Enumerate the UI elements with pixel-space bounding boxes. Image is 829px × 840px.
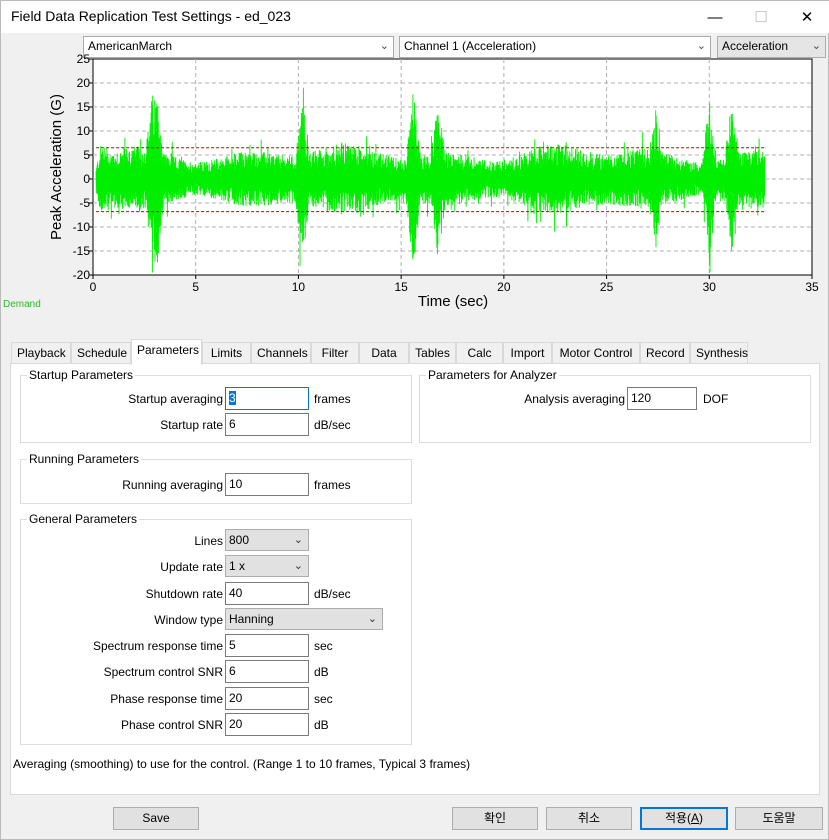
y-tick-label: 15 — [77, 100, 91, 114]
lines-select[interactable]: 800 ⌄ — [225, 529, 309, 551]
y-axis-label: Peak Acceleration (G) — [48, 94, 65, 240]
x-tick-label: 15 — [394, 280, 408, 294]
general-parameters-title: General Parameters — [27, 512, 140, 526]
startup-averaging-unit: frames — [314, 392, 351, 406]
general-parameters-group: General Parameters — [20, 512, 412, 745]
tab-schedule[interactable]: Schedule — [71, 342, 131, 364]
tab-filter[interactable]: Filter — [311, 342, 359, 364]
spectrum-response-time-label: Spectrum response time — [92, 639, 223, 653]
help-hint-text: Averaging (smoothing) to use for the con… — [13, 757, 471, 771]
spectrum-control-snr-input[interactable]: 6 — [225, 660, 309, 683]
analyzer-parameters-group: Parameters for Analyzer — [419, 368, 811, 443]
tab-channels[interactable]: Channels — [251, 342, 311, 364]
acceleration-chart: 25 20 15 10 5 0 -5 -10 -15 -20 0 5 10 15 20 25 30 35 Pea… — [48, 52, 819, 310]
phase-response-time-input[interactable]: 20 — [225, 687, 309, 710]
x-tick-label: 20 — [497, 280, 511, 294]
running-averaging-input[interactable]: 10 — [225, 473, 309, 496]
tab-tables[interactable]: Tables — [409, 342, 456, 364]
window-type-select[interactable]: Hanning ⌄ — [225, 608, 383, 630]
startup-parameters-title: Startup Parameters — [27, 368, 136, 382]
startup-averaging-label: Startup averaging — [128, 392, 223, 406]
y-tick-label: 20 — [77, 76, 91, 90]
y-tick-label: -20 — [73, 268, 91, 282]
window-type-select-value: Hanning — [229, 612, 274, 626]
analysis-averaging-label: Analysis averaging — [524, 392, 625, 406]
tab-record[interactable]: Record — [640, 342, 690, 364]
legend-demand: Demand — [3, 299, 41, 310]
shutdown-rate-unit: dB/sec — [314, 587, 351, 601]
startup-averaging-input[interactable]: 3 — [225, 387, 309, 410]
x-tick-label: 25 — [600, 280, 614, 294]
tab-calc[interactable]: Calc — [456, 342, 503, 364]
running-parameters-title: Running Parameters — [27, 452, 142, 466]
x-tick-label: 35 — [805, 280, 819, 294]
tab-data[interactable]: Data — [359, 342, 409, 364]
tab-playback[interactable]: Playback — [11, 342, 71, 364]
x-tick-label: 10 — [292, 280, 306, 294]
tab-limits[interactable]: Limits — [202, 342, 251, 364]
startup-parameters-group: Startup Parameters — [20, 368, 412, 443]
tab-parameters[interactable]: Parameters — [131, 339, 202, 365]
tab-import[interactable]: Import — [503, 342, 552, 364]
cancel-button[interactable]: 취소 — [546, 807, 632, 830]
apply-button[interactable]: 적용(A) — [640, 807, 728, 830]
shutdown-rate-input[interactable]: 40 — [225, 582, 309, 605]
x-tick-label: 30 — [703, 280, 717, 294]
update-rate-label: Update rate — [160, 560, 223, 574]
update-rate-select-value: 1 x — [229, 559, 246, 573]
y-tick-label: -15 — [73, 244, 91, 258]
phase-response-time-unit: sec — [314, 692, 333, 706]
x-axis-label: Time (sec) — [418, 293, 488, 310]
y-tick-label: 10 — [77, 124, 91, 138]
spectrum-response-time-unit: sec — [314, 639, 333, 653]
settings-window: Field Data Replication Test Settings - e… — [0, 0, 829, 840]
help-button[interactable]: 도움말 — [735, 807, 823, 830]
x-tick-label: 0 — [90, 280, 97, 294]
startup-rate-input[interactable]: 6 — [225, 413, 309, 436]
analyzer-parameters-title: Parameters for Analyzer — [426, 368, 559, 382]
apply-button-accesskey: A — [691, 811, 700, 825]
apply-button-text: 적용( — [664, 811, 692, 825]
running-averaging-label: Running averaging — [122, 478, 223, 492]
spectrum-response-time-input[interactable]: 5 — [225, 634, 309, 657]
startup-rate-label: Startup rate — [160, 418, 223, 432]
lines-select-value: 800 — [229, 533, 250, 547]
spectrum-control-snr-unit: dB — [314, 665, 329, 679]
tab-synthesis[interactable]: Synthesis — [690, 342, 748, 364]
lines-label: Lines — [194, 534, 223, 548]
chevron-down-icon: ⌄ — [293, 560, 303, 572]
y-tick-label: 5 — [83, 148, 90, 162]
x-tick-label: 5 — [192, 280, 199, 294]
chevron-down-icon: ⌄ — [293, 534, 303, 546]
analysis-averaging-unit: DOF — [703, 392, 729, 406]
analysis-averaging-input[interactable]: 120 — [627, 387, 697, 410]
startup-rate-unit: dB/sec — [314, 418, 351, 432]
phase-control-snr-label: Phase control SNR — [120, 718, 223, 732]
window-type-label: Window type — [154, 613, 223, 627]
y-tick-label: 25 — [77, 52, 91, 66]
spectrum-control-snr-label: Spectrum control SNR — [103, 665, 223, 679]
update-rate-select[interactable]: 1 x ⌄ — [225, 555, 309, 577]
y-tick-label: -10 — [73, 220, 91, 234]
running-averaging-unit: frames — [314, 478, 351, 492]
apply-button-close: ) — [699, 811, 704, 825]
shutdown-rate-label: Shutdown rate — [145, 587, 223, 601]
y-tick-label: 0 — [83, 172, 90, 186]
phase-control-snr-input[interactable]: 20 — [225, 713, 309, 736]
y-tick-label: -5 — [79, 196, 90, 210]
save-button[interactable]: Save — [113, 807, 199, 830]
tab-motor-control[interactable]: Motor Control — [552, 342, 640, 364]
phase-control-snr-unit: dB — [314, 718, 329, 732]
phase-response-time-label: Phase response time — [110, 692, 223, 706]
ok-button[interactable]: 확인 — [452, 807, 538, 830]
chevron-down-icon: ⌄ — [367, 613, 377, 625]
